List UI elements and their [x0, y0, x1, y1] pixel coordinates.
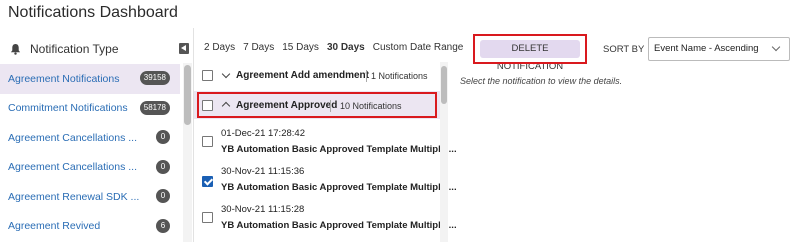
tab-30-days[interactable]: 30 Days [327, 42, 365, 56]
sort-select[interactable]: Event Name - Ascending [648, 37, 790, 61]
sort-by-label: SORT BY [603, 44, 645, 55]
type-item-label: Commitment Notifications [8, 102, 128, 115]
highlight-box-group [197, 92, 437, 118]
chevron-down-icon[interactable] [771, 42, 781, 52]
count-badge: 0 [156, 159, 170, 174]
count-badge: 6 [156, 218, 170, 233]
type-item-label: Agreement Cancellations ... [8, 161, 137, 174]
notification-name: YB Automation Basic Approved Template Mu… [221, 144, 457, 155]
notification-type-list: Agreement Notifications 39158 Commitment… [0, 64, 180, 241]
count-badge: 58178 [139, 100, 170, 115]
collapse-panel-icon[interactable] [179, 43, 189, 54]
notification-list: Agreement Add amendment 1 Notifications … [194, 62, 457, 242]
notification-row[interactable]: 30-Nov-21 11:15:28 YB Automation Basic A… [194, 202, 457, 238]
type-item-label: Agreement Renewal SDK ... [8, 190, 140, 203]
notification-name: YB Automation Basic Approved Template Mu… [221, 220, 457, 231]
count-badge: 39158 [139, 71, 170, 85]
notification-type-header: Notification Type [0, 36, 192, 62]
notification-checkbox[interactable] [202, 136, 213, 147]
type-item-agreement-renewal-sdk[interactable]: Agreement Renewal SDK ... 0 [0, 182, 180, 212]
group-name: Agreement Add amendment [236, 70, 369, 81]
notification-row[interactable]: 01-Dec-21 17:28:42 YB Automation Basic A… [194, 126, 457, 162]
left-scrollbar-thumb[interactable] [184, 65, 191, 125]
notification-row[interactable]: 30-Nov-21 11:15:36 YB Automation Basic A… [194, 164, 457, 200]
notification-date: 30-Nov-21 11:15:28 [221, 204, 305, 215]
group-count: 1 Notifications [371, 71, 428, 81]
divider [366, 70, 367, 82]
list-scrollbar-thumb[interactable] [441, 66, 447, 104]
tab-2-days[interactable]: 2 Days [204, 42, 235, 56]
count-badge: 0 [156, 189, 170, 203]
tab-15-days[interactable]: 15 Days [282, 42, 319, 56]
notification-type-panel: Notification Type Agreement Notification… [0, 36, 192, 242]
notification-checkbox[interactable] [202, 212, 213, 223]
type-item-label: Agreement Notifications [8, 72, 120, 85]
type-item-agreement-revived[interactable]: Agreement Revived 6 [0, 212, 180, 242]
type-item-agreement-cancellations-2[interactable]: Agreement Cancellations ... 0 [0, 153, 180, 183]
tab-7-days[interactable]: 7 Days [243, 42, 274, 56]
notification-type-label: Notification Type [30, 42, 119, 56]
left-scrollbar[interactable] [183, 63, 192, 242]
page-title: Notifications Dashboard [8, 4, 178, 21]
type-item-label: Agreement Cancellations ... [8, 131, 137, 144]
count-badge: 0 [156, 130, 170, 144]
notification-checkbox[interactable] [202, 176, 213, 187]
type-item-agreement-cancellations-1[interactable]: Agreement Cancellations ... 0 [0, 123, 180, 153]
type-item-label: Agreement Revived [8, 220, 101, 233]
tab-custom-date-range[interactable]: Custom Date Range [373, 42, 464, 56]
notification-name: YB Automation Basic Approved Template Mu… [221, 182, 457, 193]
sort-select-value: Event Name - Ascending [654, 43, 759, 54]
group-checkbox[interactable] [202, 70, 213, 81]
detail-hint: Select the notification to view the deta… [460, 76, 623, 86]
date-range-tabs: 2 Days 7 Days 15 Days 30 Days Custom Dat… [204, 42, 471, 56]
notification-date: 01-Dec-21 17:28:42 [221, 128, 305, 139]
chevron-down-icon[interactable] [221, 69, 231, 79]
group-agreement-add-amendment[interactable]: Agreement Add amendment 1 Notifications [194, 62, 444, 90]
bell-icon [10, 43, 21, 55]
notification-date: 30-Nov-21 11:15:36 [221, 166, 305, 177]
list-scrollbar[interactable] [440, 62, 448, 242]
type-item-agreement-notifications[interactable]: Agreement Notifications 39158 [0, 64, 180, 94]
highlight-box-delete [473, 34, 587, 64]
type-item-commitment-notifications[interactable]: Commitment Notifications 58178 [0, 94, 180, 124]
